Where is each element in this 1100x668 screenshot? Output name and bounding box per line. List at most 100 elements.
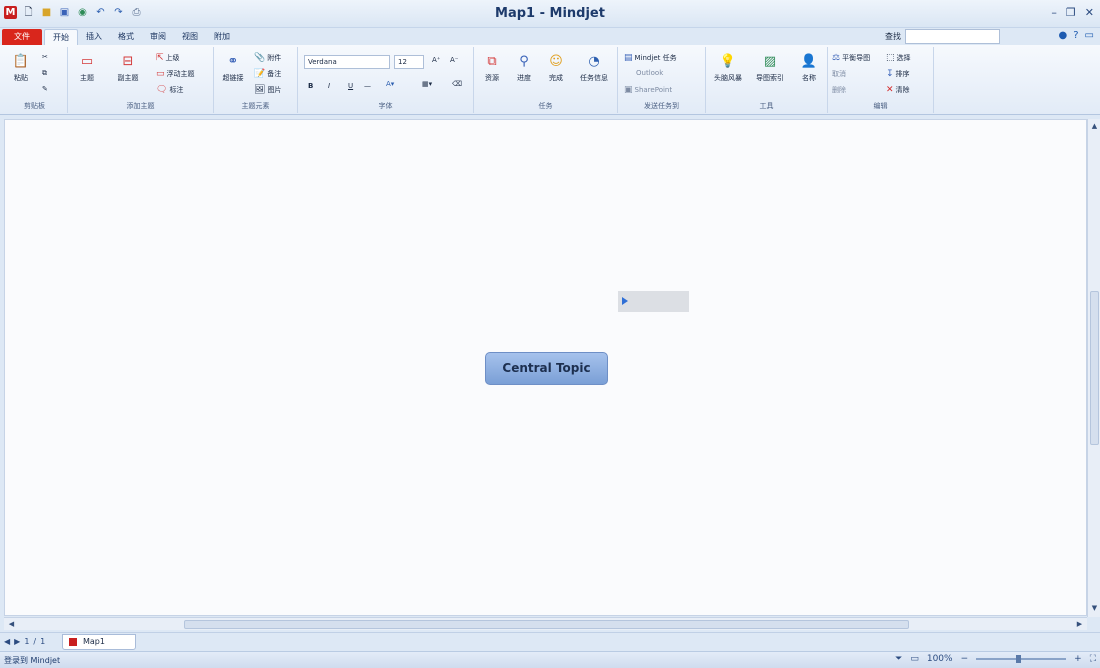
sort-icon: ↧ [886,69,894,79]
tab-view[interactable]: 视图 [174,29,206,45]
restore-button[interactable]: ❐ [1066,6,1076,19]
scroll-right-icon[interactable]: ▶ [1074,619,1085,630]
delete-button[interactable]: 删除 [832,85,846,95]
hyperlink-button[interactable]: ⚭ 超链接 [218,53,248,83]
scroll-down-icon[interactable]: ▼ [1089,603,1100,614]
horizontal-scroll-thumb[interactable] [184,620,909,629]
clear-format-icon[interactable]: ⌫ [452,80,462,88]
group-title: 编辑 [873,102,888,110]
copy-icon[interactable]: ⧉ [42,69,47,78]
scroll-left-icon[interactable]: ◀ [6,619,17,630]
vertical-scroll-thumb[interactable] [1090,291,1099,445]
window-controls: – ❐ ✕ [1051,6,1094,19]
notes-button[interactable]: 📝 备注 [254,69,281,79]
undo-select-button[interactable]: 取消 [832,69,846,79]
vertical-scrollbar[interactable]: ▲ ▼ [1087,119,1100,617]
mindjet-tasks-button[interactable]: ▤ Mindjet 任务 [624,53,677,63]
group-font: Verdana 12 A⁺ A⁻ B I U — A▾ ▦▾ ⌫ 字体 [298,47,474,113]
zoom-slider[interactable] [976,655,1067,663]
sharepoint-button[interactable]: ▣ SharePoint [624,85,672,95]
ribbon: 📋 粘贴 ✂ ⧉ ✎ 剪贴板 ▭ 主题 ⊟ 副主题 ⇱ 上级 ▭ 浮动主题 🗨 标注 … [0,45,1100,115]
fit-map-icon[interactable]: ⛶ [1090,654,1096,664]
search-input[interactable] [905,29,1000,44]
account-icon[interactable]: ● [1059,30,1068,41]
balance-icon: ⚖ [832,53,841,63]
select-button[interactable]: ⬚ 选择 [886,53,911,63]
tab-format[interactable]: 格式 [110,29,142,45]
next-doc-icon[interactable]: ▶ [14,637,20,646]
scroll-up-icon[interactable]: ▲ [1089,121,1100,132]
sharepoint-icon: ▣ [624,85,633,95]
close-button[interactable]: ✕ [1085,6,1094,19]
font-color-icon[interactable]: A▾ [386,80,394,88]
group-add-topics: ▭ 主题 ⊟ 副主题 ⇱ 上级 ▭ 浮动主题 🗨 标注 添加主题 [68,47,214,113]
resource-button[interactable]: ⧉ 资源 [478,53,506,83]
document-tab[interactable]: Map1 [62,634,136,650]
horizontal-scrollbar[interactable]: ◀ ▶ [4,617,1087,630]
shrink-font-icon[interactable]: A⁻ [450,56,458,64]
doc-page-separator: / [33,637,37,646]
ribbon-tabs-row: 文件 开始 插入 格式 审阅 视图 附加 查找 ● ? ▭ [0,28,1100,45]
topic-button[interactable]: ▭ 主题 [74,53,100,83]
tab-home[interactable]: 开始 [44,29,78,45]
clear-button[interactable]: ✕ 清除 [886,85,910,95]
italic-button[interactable]: I [328,82,330,90]
group-tools: 💡 头脑风暴 ▨ 导图索引 👤 名称 工具 [706,47,828,113]
file-tab[interactable]: 文件 [2,29,42,45]
balance-map-button[interactable]: ⚖ 平衡导图 [832,53,870,63]
strikethrough-icon[interactable]: — [364,82,371,90]
format-painter-icon[interactable]: ✎ [42,85,48,93]
clear-icon: ✕ [886,85,894,95]
link-icon: ⚭ [227,54,239,69]
attachment-button[interactable]: 📎 附件 [254,53,281,63]
lightbulb-icon: 💡 [719,54,737,69]
ribbon-minimize-icon[interactable]: ▭ [1085,30,1094,41]
resource-icon: ⧉ [487,54,497,69]
login-status[interactable]: 登录到 Mindjet [4,655,60,666]
view-mode-icon[interactable]: ▭ [910,654,919,664]
task-info-button[interactable]: ◔ 任务信息 [574,53,614,83]
help-icon[interactable]: ? [1073,30,1078,41]
fill-color-icon[interactable]: ▦▾ [422,80,432,88]
image-button[interactable]: 🖼 图片 [254,85,281,95]
floating-icon: ▭ [156,69,165,79]
parent-icon: ⇱ [156,53,164,63]
zoom-in-icon[interactable]: + [1074,654,1082,664]
brainstorm-button[interactable]: 💡 头脑风暴 [708,53,748,83]
floating-topic[interactable] [618,291,689,312]
progress-button[interactable]: ⚲ 进度 [510,53,538,83]
floating-topic-button[interactable]: ▭ 浮动主题 [156,69,195,79]
prev-doc-icon[interactable]: ◀ [4,637,10,646]
sort-button[interactable]: ↧ 排序 [886,69,910,79]
tab-insert[interactable]: 插入 [78,29,110,45]
app-window: M 🗋 ■ ▣ ◉ ↶ ↷ ⎙ Map1 - Mindjet – ❐ ✕ 文件 … [0,0,1100,668]
subtopic-button[interactable]: ⊟ 副主题 [106,53,150,83]
name-button[interactable]: 👤 名称 [794,53,824,83]
group-send-task: ▤ Mindjet 任务 Outlook ▣ SharePoint 发送任务到 [618,47,706,113]
map-index-button[interactable]: ▨ 导图索引 [750,53,790,83]
tab-addins[interactable]: 附加 [206,29,238,45]
parent-topic-button[interactable]: ⇱ 上级 [156,53,180,63]
zoom-out-icon[interactable]: − [961,654,969,664]
cut-icon[interactable]: ✂ [42,53,48,61]
outlook-button[interactable]: Outlook [636,69,663,77]
grow-font-icon[interactable]: A⁺ [432,56,440,64]
task-info-icon: ◔ [588,54,600,69]
notes-icon: 📝 [254,69,266,79]
callout-button[interactable]: 🗨 标注 [156,85,183,95]
complete-button[interactable]: ☺ 完成 [542,53,570,83]
status-bar: 登录到 Mindjet ⏷ ▭ 100% − + ⛶ [0,651,1100,668]
central-topic[interactable]: Central Topic [485,352,608,385]
zoom-slider-knob[interactable] [1016,655,1022,663]
filter-icon[interactable]: ⏷ [895,654,902,664]
tab-review[interactable]: 审阅 [142,29,174,45]
underline-button[interactable]: U [348,82,353,90]
status-controls: ⏷ ▭ 100% − + ⛶ [895,654,1096,664]
window-title: Map1 - Mindjet [495,6,605,21]
bold-button[interactable]: B [308,82,313,90]
paste-button[interactable]: 📋 粘贴 [8,53,34,83]
minimize-button[interactable]: – [1051,6,1057,19]
font-family-select[interactable]: Verdana [304,55,390,69]
image-icon: 🖼 [254,85,266,95]
font-size-select[interactable]: 12 [394,55,424,69]
